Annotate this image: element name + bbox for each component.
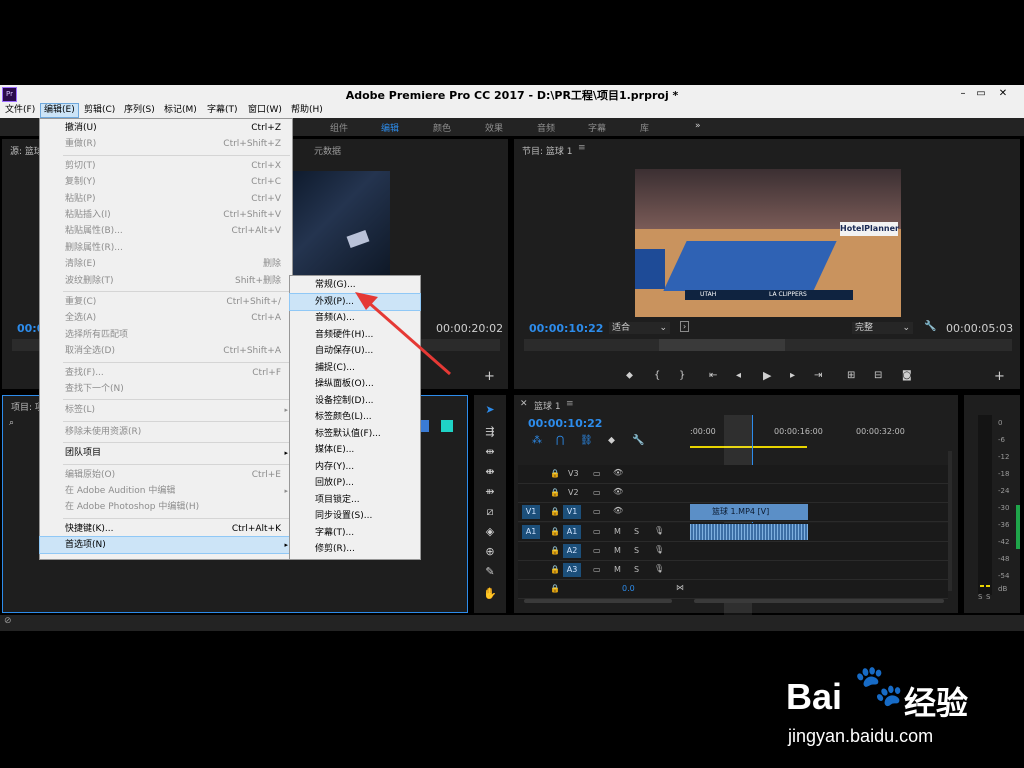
annotation-arrow-line <box>367 300 451 376</box>
watermark-brand-b: 经验 <box>904 684 969 722</box>
watermark-url: jingyan.baidu.com <box>788 726 934 746</box>
watermark-brand-a: Bai <box>786 676 843 717</box>
baidu-watermark: Bai 🐾 经验 jingyan.baidu.com <box>780 660 1020 760</box>
annotation-arrow <box>355 292 451 376</box>
paw-icon: 🐾 <box>854 663 904 709</box>
